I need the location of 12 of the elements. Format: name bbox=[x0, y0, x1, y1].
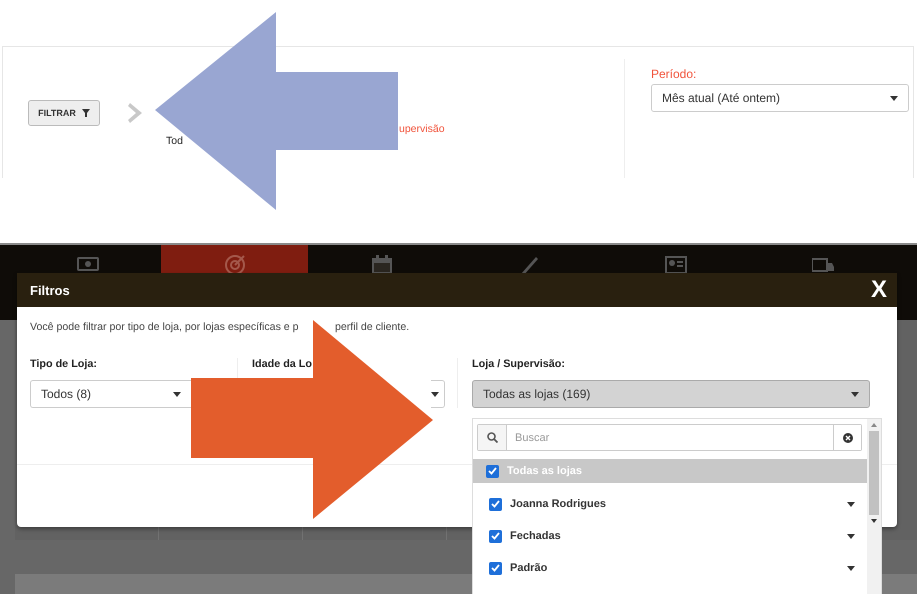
period-label: Período: bbox=[651, 67, 698, 81]
dialog-title: Filtros bbox=[30, 282, 70, 298]
item-label: Joanna Rodrigues bbox=[510, 498, 607, 510]
description-text: perfil de cliente. bbox=[335, 321, 410, 333]
summary-label: upervisão bbox=[399, 122, 445, 134]
item-label: Padrão bbox=[510, 562, 548, 574]
summary-value: Tod bbox=[166, 134, 183, 146]
field-label: Tipo de Loja: bbox=[30, 358, 98, 370]
item-label: Fechadas bbox=[510, 530, 562, 542]
field-label: Loja / Supervisão: bbox=[472, 358, 566, 370]
description-text: Você pode filtrar por tipo de loja, por lojas específicas e p bbox=[30, 321, 300, 333]
field-label: Idade da Lo bbox=[252, 358, 313, 370]
